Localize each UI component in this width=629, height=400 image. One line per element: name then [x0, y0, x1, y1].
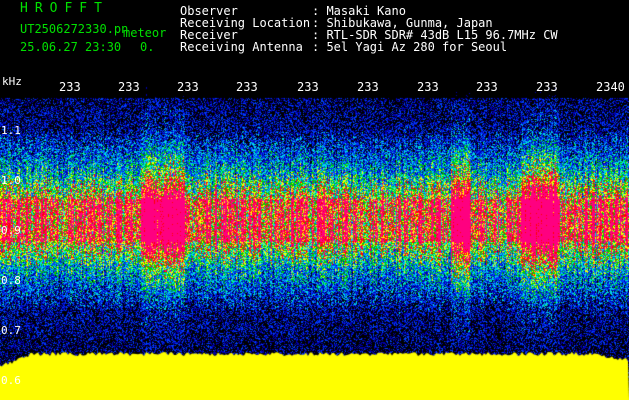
x-tick: 233 — [177, 80, 199, 94]
spectrogram-canvas — [0, 78, 629, 400]
x-tick: 233 — [236, 80, 258, 94]
y-tick: 1.1 — [1, 124, 21, 137]
antenna-value: : 5el Yagi Az 280 for Seoul — [312, 40, 508, 54]
x-tick: 233 — [118, 80, 140, 94]
y-tick: 0.9 — [1, 224, 21, 237]
filename: UT2506272330.pn — [20, 22, 129, 36]
meteor-count: 0. — [140, 40, 155, 54]
y-tick: 1.0 — [1, 174, 21, 187]
app-brand: HROFFT — [20, 1, 109, 16]
y-tick: 0.6 — [1, 374, 21, 387]
x-tick: 233 — [357, 80, 379, 94]
x-tick: 2340 — [596, 80, 625, 94]
x-tick: 233 — [297, 80, 319, 94]
header-panel: HROFFT UT2506272330.pn meteor 25.06.27 2… — [0, 0, 629, 78]
x-tick: 233 — [476, 80, 498, 94]
meteor-label: meteor — [123, 26, 167, 40]
datetime: 25.06.27 23:30 — [20, 40, 122, 54]
x-tick: 233 — [417, 80, 439, 94]
y-tick: 0.8 — [1, 274, 21, 287]
antenna-key: Receiving Antenna — [180, 40, 303, 54]
x-tick: 233 — [536, 80, 558, 94]
unit-label: kHz — [2, 75, 22, 88]
x-tick: 233 — [59, 80, 81, 94]
y-tick: 0.7 — [1, 324, 21, 337]
